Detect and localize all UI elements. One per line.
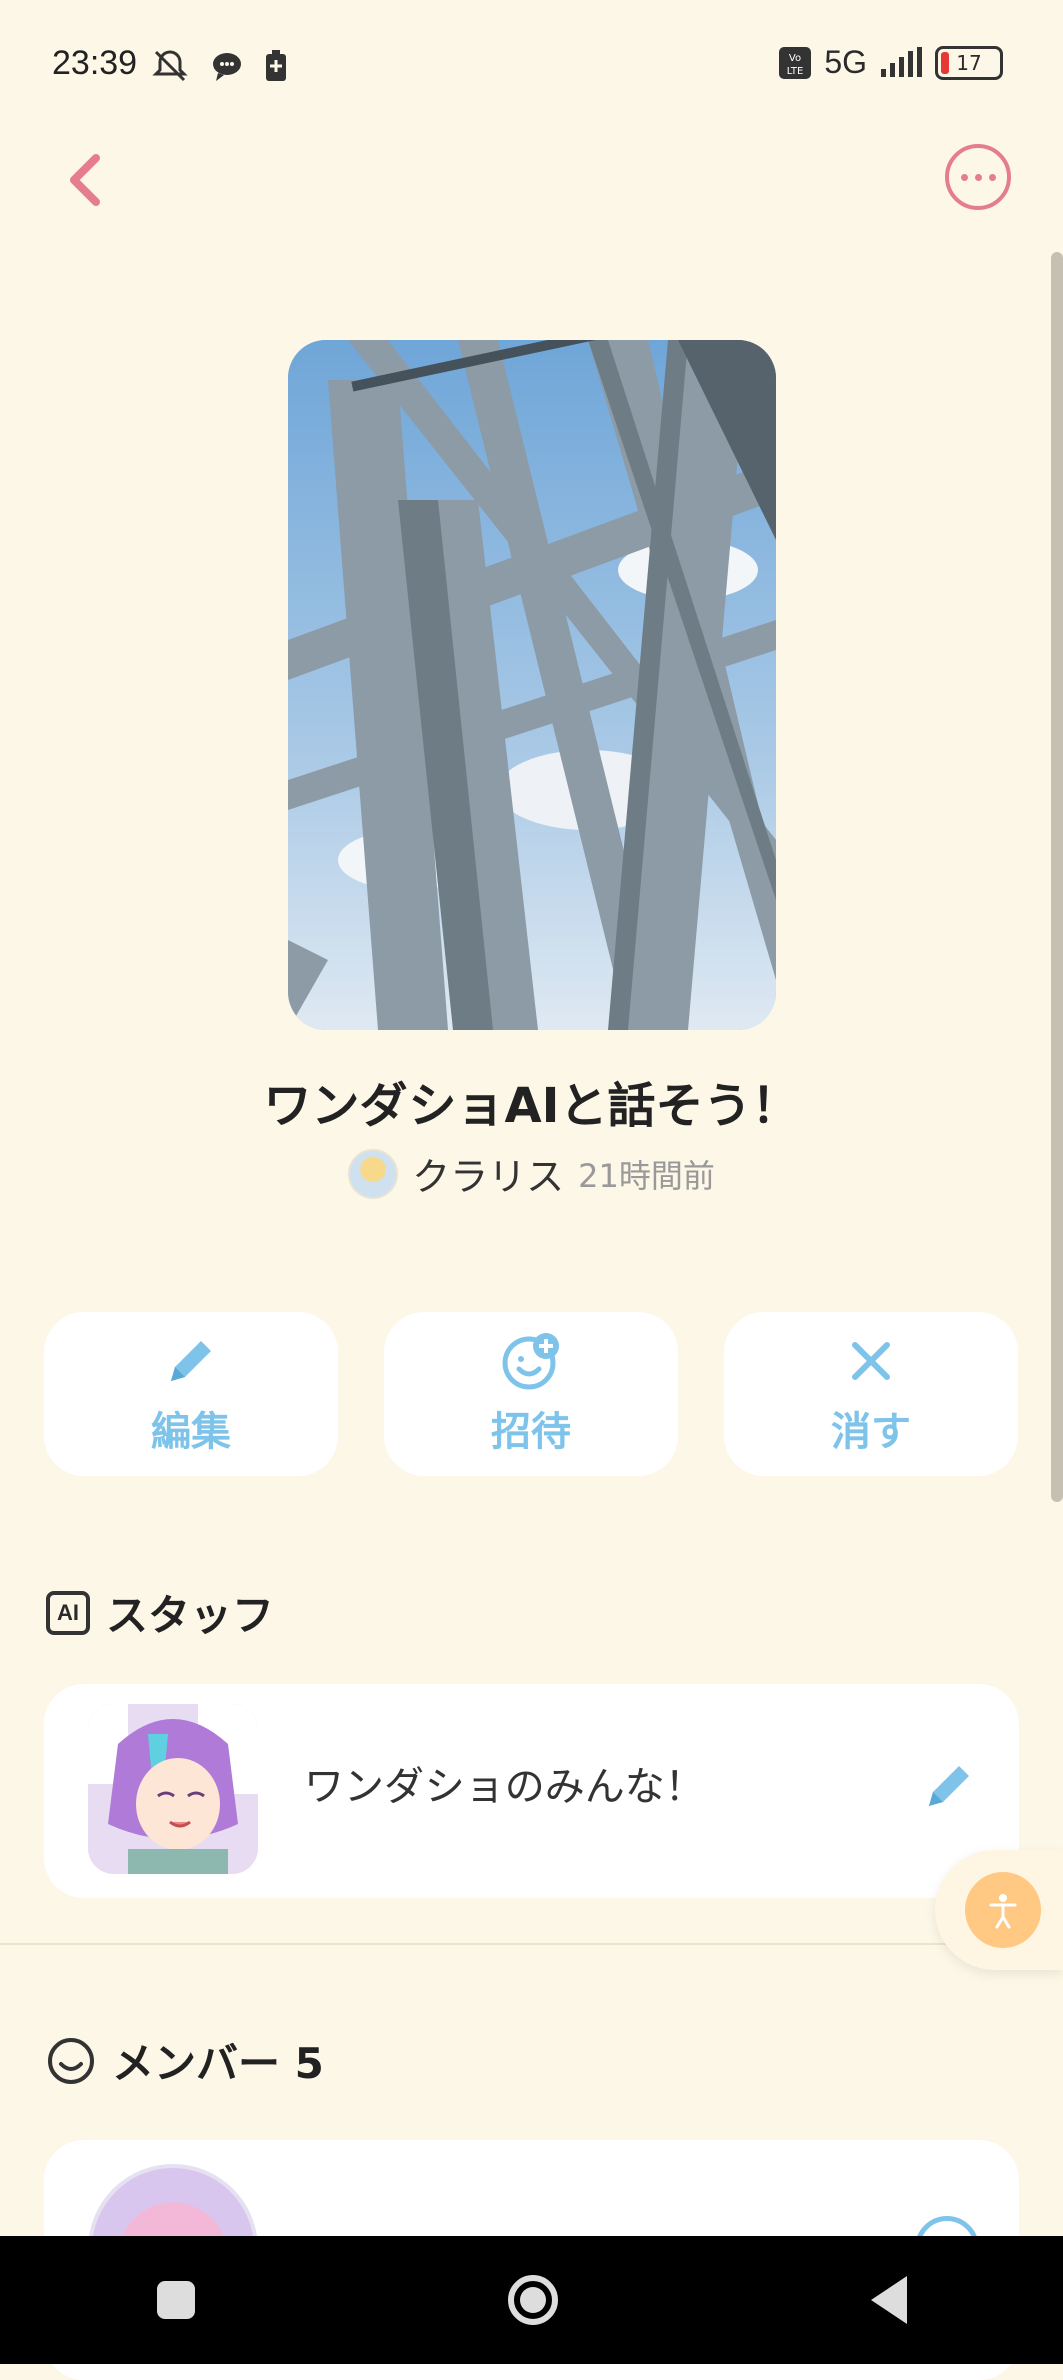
accessibility-fab[interactable] <box>935 1850 1063 1970</box>
scrollbar[interactable] <box>1051 252 1063 1502</box>
back-triangle-icon[interactable] <box>870 2276 907 2324</box>
more-dot <box>974 173 982 181</box>
top-nav <box>0 130 1063 230</box>
battery-icon: 17 <box>935 45 1003 80</box>
staff-section-title: AI スタッフ <box>46 1582 274 1643</box>
ai-badge-icon: AI <box>46 1590 90 1635</box>
owner-avatar[interactable] <box>348 1148 399 1199</box>
svg-text:Vo: Vo <box>789 53 801 64</box>
staff-card[interactable]: ワンダショのみんな！ <box>44 1684 1019 1898</box>
recent-apps-icon[interactable] <box>156 2281 195 2319</box>
pencil-icon <box>171 1341 211 1381</box>
section-divider <box>0 1943 1063 1945</box>
room-cover-image <box>288 340 776 1030</box>
battery-saver-icon <box>266 50 286 81</box>
home-icon[interactable] <box>507 2275 558 2325</box>
accessibility-icon <box>965 1872 1041 1948</box>
smiley-icon <box>48 2037 94 2084</box>
status-icons-right: Vo LTE 5G 17 <box>778 44 1003 81</box>
signal-icon <box>881 46 922 77</box>
mute-icon <box>152 50 188 82</box>
member-section-title: メンバー 5 <box>46 2030 324 2091</box>
svg-text:LTE: LTE <box>787 66 804 77</box>
add-person-icon <box>502 1333 559 1390</box>
room-title: ワンダショAIと話そう！ <box>263 1078 800 1134</box>
invite-label: 招待 <box>491 1409 571 1455</box>
status-icons-left <box>150 46 288 86</box>
network-label: 5G <box>824 44 867 80</box>
delete-label: 消す <box>831 1409 911 1455</box>
more-dot <box>960 173 968 181</box>
battery-level: 17 <box>956 50 982 75</box>
chat-bubble-icon <box>213 53 241 81</box>
invite-button[interactable]: 招待 <box>384 1312 678 1476</box>
delete-button[interactable]: 消す <box>724 1312 1018 1476</box>
system-nav-bar <box>0 2236 1063 2364</box>
back-button[interactable] <box>60 150 110 210</box>
edit-button[interactable]: 編集 <box>44 1312 338 1476</box>
owner-row[interactable]: クラリス 21時間前 <box>0 1146 1063 1201</box>
edit-label: 編集 <box>151 1409 231 1455</box>
status-time: 23:39 <box>52 44 138 82</box>
owner-name[interactable]: クラリス <box>412 1146 564 1201</box>
staff-name[interactable]: ワンダショのみんな！ <box>304 1754 705 1812</box>
more-options-button[interactable] <box>945 144 1011 210</box>
staff-avatar[interactable] <box>88 1704 258 1874</box>
more-dot <box>988 173 996 181</box>
staff-heading: スタッフ <box>106 1591 275 1640</box>
volte-icon: Vo LTE <box>779 46 812 79</box>
status-bar: 23:39 Vo LTE 5G 17 <box>0 0 1063 130</box>
staff-edit-icon[interactable] <box>919 1756 979 1816</box>
member-heading: メンバー 5 <box>112 2039 324 2088</box>
post-time: 21時間前 <box>578 1156 715 1195</box>
close-icon <box>852 1342 890 1380</box>
